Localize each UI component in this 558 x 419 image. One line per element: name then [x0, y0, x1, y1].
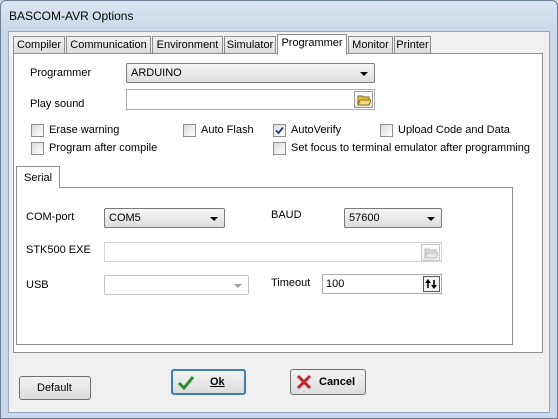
- timeout-field[interactable]: 100: [322, 274, 442, 294]
- programmer-label: Programmer: [30, 67, 92, 79]
- window-title: BASCOM-AVR Options: [9, 9, 134, 23]
- auto-verify-box: [273, 124, 286, 137]
- stk500-browse-button[interactable]: [421, 244, 440, 261]
- timeout-label: Timeout: [271, 277, 311, 289]
- default-button-label: Default: [37, 382, 72, 394]
- tab-serial[interactable]: Serial: [16, 166, 60, 188]
- comport-select[interactable]: COM5: [104, 208, 225, 228]
- play-sound-label: Play sound: [30, 98, 85, 110]
- dialog-client: Compiler Communication Environment Simul…: [8, 31, 550, 413]
- baud-select[interactable]: 57600: [344, 208, 442, 228]
- usb-label: USB: [26, 279, 49, 291]
- tab-environment[interactable]: Environment: [152, 36, 223, 54]
- tab-printer[interactable]: Printer: [394, 36, 431, 54]
- tab-communication[interactable]: Communication: [66, 36, 151, 54]
- tab-monitor[interactable]: Monitor: [348, 36, 393, 54]
- auto-flash-box: [183, 124, 196, 137]
- ok-button-label: Ok: [210, 376, 225, 388]
- usb-select[interactable]: [104, 275, 249, 295]
- set-focus-terminal-box: [273, 142, 286, 155]
- upload-code-data-label: Upload Code and Data: [398, 124, 510, 136]
- auto-verify-label: AutoVerify: [291, 124, 342, 136]
- close-icon: [296, 374, 312, 390]
- play-sound-field[interactable]: [126, 89, 375, 110]
- program-after-compile-box: [31, 142, 44, 155]
- erase-warning-box: [31, 124, 44, 137]
- timeout-spinner[interactable]: [423, 276, 440, 292]
- comport-label: COM-port: [26, 211, 75, 223]
- tab-compiler[interactable]: Compiler: [13, 36, 65, 54]
- title-bar[interactable]: BASCOM-AVR Options: [1, 1, 557, 31]
- serial-panel: COM-port COM5 BAUD 57600 STK500 EXE USB …: [16, 187, 513, 345]
- baud-label: BAUD: [271, 209, 302, 221]
- set-focus-terminal-label: Set focus to terminal emulator after pro…: [291, 142, 531, 154]
- chevron-down-icon: [427, 217, 435, 221]
- chevron-down-icon: [234, 284, 242, 288]
- comport-value: COM5: [109, 212, 141, 224]
- program-after-compile-label: Program after compile: [49, 142, 158, 154]
- folder-open-icon: [424, 248, 438, 259]
- serial-tab-label: Serial: [24, 172, 53, 184]
- tab-programmer[interactable]: Programmer: [277, 34, 347, 55]
- timeout-value: 100: [326, 278, 345, 290]
- programmer-panel: Programmer ARDUINO Play sound Erase warn…: [13, 53, 543, 353]
- tab-simulator[interactable]: Simulator: [224, 36, 276, 54]
- cancel-button[interactable]: Cancel: [290, 369, 366, 395]
- programmer-select[interactable]: ARDUINO: [126, 63, 375, 83]
- play-sound-browse-button[interactable]: [354, 91, 373, 108]
- checkmark-icon: [177, 376, 195, 391]
- options-window: BASCOM-AVR Options Compiler Communicatio…: [0, 0, 558, 419]
- cancel-button-label: Cancel: [319, 376, 356, 388]
- stk500-field[interactable]: [104, 242, 442, 262]
- erase-warning-label: Erase warning: [49, 124, 120, 136]
- upload-code-data-box: [380, 124, 393, 137]
- stk500-label: STK500 EXE: [26, 244, 91, 256]
- programmer-value: ARDUINO: [131, 67, 182, 79]
- up-down-arrows-icon: [425, 279, 437, 289]
- default-button[interactable]: Default: [19, 376, 91, 400]
- ok-button[interactable]: Ok: [171, 369, 246, 395]
- auto-flash-label: Auto Flash: [201, 124, 254, 136]
- chevron-down-icon: [210, 217, 218, 221]
- checkmark-icon: [275, 126, 284, 135]
- folder-open-icon: [357, 95, 371, 106]
- chevron-down-icon: [360, 72, 368, 76]
- baud-value: 57600: [349, 212, 380, 224]
